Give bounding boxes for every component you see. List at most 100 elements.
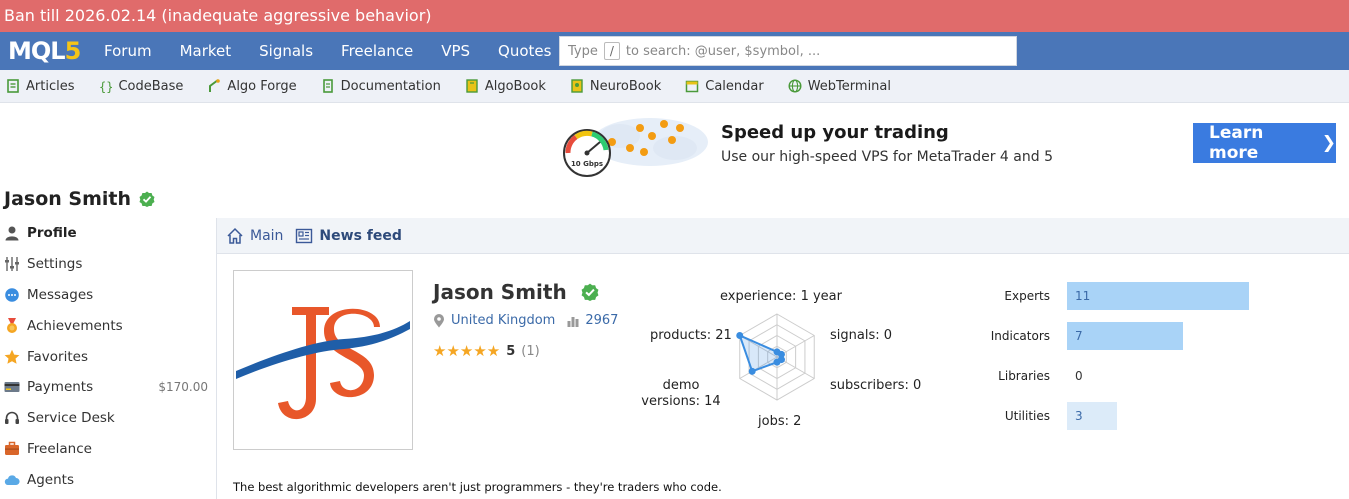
- user-reviews[interactable]: ★★★★★ 5 (1): [433, 342, 540, 360]
- sidebar-item-label: Settings: [27, 256, 83, 273]
- verified-badge-icon: [581, 283, 599, 301]
- profile-tabs: Main News feed: [217, 218, 1349, 254]
- user-location-rating: United Kingdom 2967: [433, 313, 618, 328]
- subnav-label: AlgoBook: [484, 78, 546, 94]
- bar-mark: [1067, 282, 1249, 310]
- chevron-right-icon: ❯: [1321, 133, 1336, 153]
- sidebar-item-payments[interactable]: Payments $170.00: [0, 372, 216, 403]
- banner-title: Speed up your trading: [721, 122, 949, 143]
- sidebar-item-settings[interactable]: Settings: [0, 249, 216, 280]
- radar-axis-label: experience: 1 year: [720, 289, 842, 304]
- logo-text: MQL: [8, 37, 66, 65]
- nav-forum[interactable]: Forum: [104, 42, 152, 60]
- radar-point: [748, 367, 756, 375]
- activity-radar-chart: experience: 1 year signals: 0 subscriber…: [620, 282, 940, 432]
- bar-chart-icon: [567, 316, 579, 327]
- sidebar-item-profile[interactable]: Profile: [0, 218, 216, 249]
- tab-main[interactable]: Main: [226, 227, 283, 245]
- subnav-algo-forge[interactable]: Algo Forge: [207, 78, 297, 94]
- bar-category-label: Utilities: [1004, 409, 1050, 423]
- page-title: Jason Smith: [4, 188, 155, 210]
- bar-row: Utilities 3: [990, 402, 1290, 430]
- tab-news-feed[interactable]: News feed: [295, 227, 402, 245]
- subnav-calendar[interactable]: Calendar: [685, 78, 764, 94]
- nav-market[interactable]: Market: [180, 42, 232, 60]
- location-pin-icon: [434, 313, 444, 327]
- bar-category-label: Libraries: [998, 369, 1050, 383]
- learn-more-label: Learn more: [1209, 123, 1264, 163]
- sidebar-item-service-desk[interactable]: Service Desk: [0, 403, 216, 434]
- nav-freelance[interactable]: Freelance: [341, 42, 413, 60]
- subnav-label: Documentation: [340, 78, 441, 94]
- nav-signals[interactable]: Signals: [259, 42, 313, 60]
- radar-axis-label: jobs: 2: [758, 414, 802, 429]
- subnav-label: Calendar: [705, 78, 764, 94]
- bar-row: Indicators 7: [990, 322, 1290, 350]
- products-bar-chart: Experts 11 Indicators 7 Libraries 0 Utilities 3: [990, 282, 1290, 432]
- bar-mark: [1067, 322, 1183, 350]
- star-icon: [4, 349, 20, 364]
- subnav-label: Algo Forge: [227, 78, 297, 94]
- banner-subtitle: Use our high-speed VPS for MetaTrader 4 …: [721, 149, 1053, 165]
- tab-label: Main: [250, 227, 284, 244]
- sidebar-item-label: Achievements: [27, 317, 123, 334]
- user-name-text: Jason Smith: [433, 280, 567, 304]
- profile-sidebar: Profile Settings Messages Achievements F…: [0, 218, 217, 499]
- radar-axis-label: demo versions: 14: [641, 378, 721, 409]
- search-placeholder: to search: @user, $symbol, ...: [625, 43, 821, 59]
- subnav-webterminal[interactable]: WebTerminal: [788, 79, 891, 94]
- braces-icon: {}: [99, 80, 112, 93]
- sidebar-item-favorites[interactable]: Favorites: [0, 341, 216, 372]
- nav-quotes[interactable]: Quotes: [498, 42, 551, 60]
- bar-row: Libraries 0: [990, 362, 1290, 390]
- credit-card-icon: [4, 382, 20, 393]
- radar-axis-label: products: 21: [650, 328, 732, 343]
- svg-text:{}: {}: [99, 80, 112, 93]
- forge-icon: [209, 79, 221, 92]
- briefcase-icon: [5, 441, 19, 455]
- avatar[interactable]: [233, 270, 413, 450]
- subnav-label: CodeBase: [118, 78, 184, 94]
- subnav-codebase[interactable]: {} CodeBase: [98, 79, 183, 94]
- search-input[interactable]: Type / to search: @user, $symbol, ...: [559, 36, 1017, 66]
- subnav-neurobook[interactable]: NeuroBook: [570, 79, 661, 94]
- newspaper-icon: [296, 228, 313, 243]
- rating-score: 5: [506, 343, 516, 359]
- logo-number: 5: [64, 37, 82, 65]
- subnav-label: WebTerminal: [807, 78, 891, 94]
- main-nav: Forum Market Signals Freelance VPS Quote…: [104, 32, 579, 70]
- sidebar-item-label: Payments: [27, 379, 94, 396]
- sidebar-item-messages[interactable]: Messages: [0, 280, 216, 311]
- vps-banner[interactable]: 10 Gbps Speed up your trading Use our hi…: [560, 104, 1349, 186]
- mql5-logo[interactable]: MQL 5: [8, 37, 82, 65]
- bar-value-label: 11: [1075, 289, 1091, 303]
- learn-more-button[interactable]: Learn more ❯: [1193, 123, 1336, 163]
- search-shortcut-key: /: [603, 42, 620, 60]
- sidebar-item-agents[interactable]: Agents: [0, 464, 216, 495]
- book-icon: [466, 79, 478, 93]
- user-country[interactable]: United Kingdom: [451, 313, 555, 328]
- js-monogram-logo: [236, 307, 410, 420]
- subnav-documentation[interactable]: Documentation: [321, 79, 441, 94]
- top-navigation: MQL 5 Forum Market Signals Freelance VPS …: [0, 32, 1349, 70]
- home-icon: [227, 227, 243, 244]
- review-count: (1): [521, 343, 540, 359]
- sliders-icon: [5, 257, 19, 272]
- nav-vps[interactable]: VPS: [441, 42, 470, 60]
- sidebar-item-freelance[interactable]: Freelance: [0, 434, 216, 465]
- headset-icon: [5, 411, 19, 425]
- radar-axis-label: signals: 0: [830, 328, 893, 343]
- profile-name: Jason Smith: [4, 188, 131, 210]
- bar-row: Experts 11: [990, 282, 1290, 310]
- subnav-label: Articles: [26, 78, 75, 94]
- sidebar-item-label: Favorites: [27, 348, 88, 365]
- rating-stars-icon: ★★★★★: [433, 342, 501, 360]
- medal-icon: [7, 317, 17, 333]
- sidebar-item-achievements[interactable]: Achievements: [0, 310, 216, 341]
- bar-value-label: 7: [1075, 329, 1083, 343]
- radar-axis-label: subscribers: 0: [830, 378, 922, 393]
- subnav-algobook[interactable]: AlgoBook: [465, 79, 546, 94]
- subnav-articles[interactable]: Articles: [6, 79, 74, 94]
- calendar-icon: [686, 80, 699, 93]
- cloud-icon: [4, 475, 20, 485]
